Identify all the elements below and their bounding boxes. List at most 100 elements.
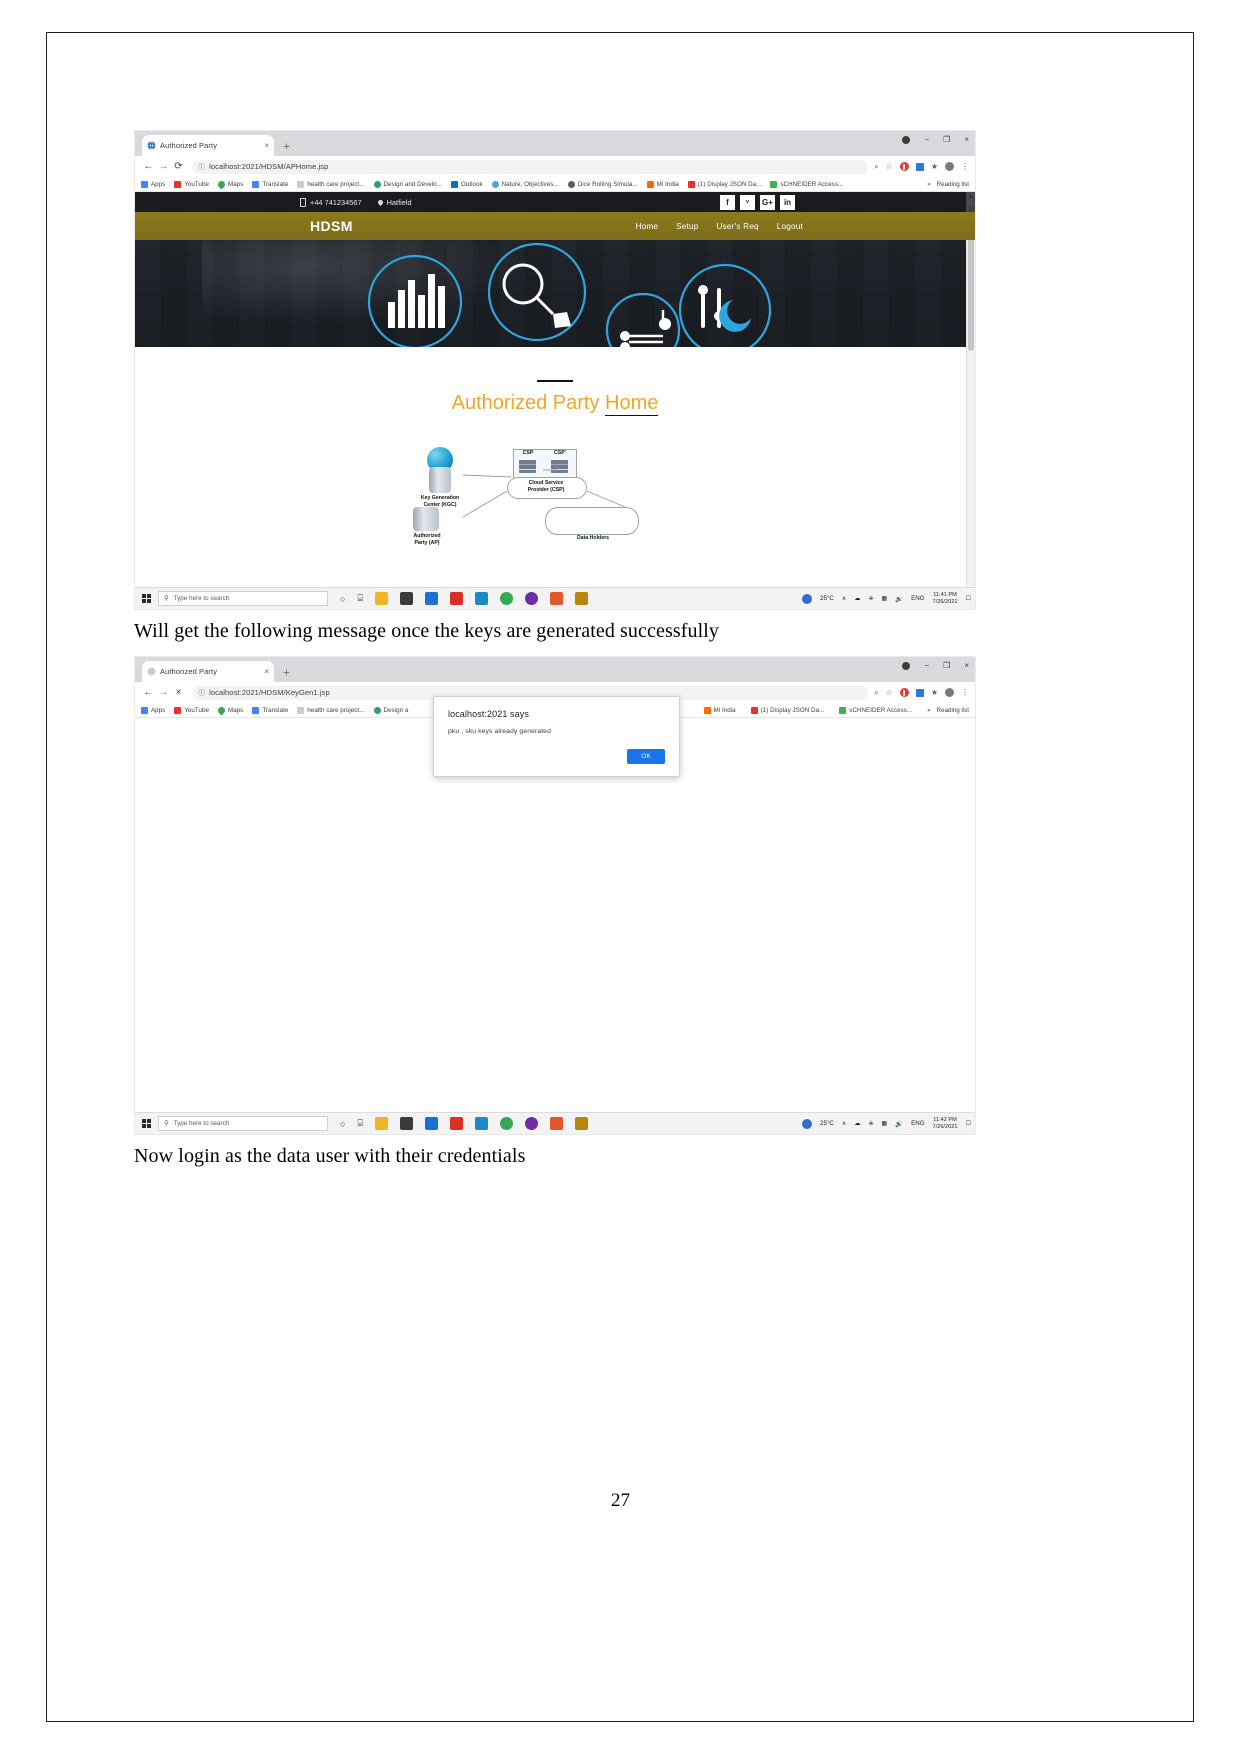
language-indicator-1[interactable]: ENG: [911, 595, 924, 602]
opera-extension-icon-2[interactable]: [899, 688, 909, 697]
language-indicator-2[interactable]: ENG: [911, 1120, 924, 1127]
taskbar-clock-2[interactable]: 11:42 PM 7/26/2021: [933, 1117, 958, 1130]
bookmark-item[interactable]: Maps: [216, 179, 243, 189]
tray-icon-volume-2[interactable]: 🔊: [895, 1120, 903, 1128]
chrome-icon-1[interactable]: [499, 592, 513, 605]
bookmark-item[interactable]: (1) Display JSON Da...: [750, 706, 825, 714]
new-tab-button-2[interactable]: +: [283, 666, 290, 678]
linkedin-icon[interactable]: in: [780, 194, 795, 210]
extension-icon-1[interactable]: [915, 162, 924, 171]
bookmark-item[interactable]: Design a: [373, 706, 409, 714]
bookmarks-overflow-icon-1[interactable]: »: [927, 181, 930, 188]
tray-icon-network-2[interactable]: ▦: [882, 1120, 888, 1127]
reading-list-button-1[interactable]: Reading list: [937, 181, 969, 188]
avatar-2[interactable]: [945, 688, 954, 697]
site-info-icon-1[interactable]: ⓘ: [198, 162, 205, 172]
paint-icon-2[interactable]: [549, 1117, 563, 1130]
extensions-puzzle-icon-2[interactable]: ★: [931, 688, 938, 697]
opera-extension-icon-1[interactable]: [899, 162, 909, 171]
stop-button-2[interactable]: ×: [171, 687, 186, 698]
bookmark-item[interactable]: Translate: [252, 180, 288, 188]
action-center-icon-2[interactable]: ☐: [965, 1120, 971, 1127]
opera-icon-1[interactable]: [524, 592, 538, 605]
action-center-icon-1[interactable]: ☐: [965, 595, 971, 602]
bookmark-item[interactable]: health care project...: [297, 706, 364, 714]
taskbar-search-input-1[interactable]: ⚲ Type here to search: [158, 591, 328, 606]
bookmark-item[interactable]: Apps: [141, 180, 165, 188]
weather-widget-2[interactable]: 25°C: [820, 1120, 834, 1127]
browser-tab-authorized-party-2[interactable]: Authorized Party ×: [142, 661, 274, 682]
bookmark-item[interactable]: Translate: [252, 706, 288, 714]
office-icon-2[interactable]: [424, 1117, 438, 1130]
pdf-icon-2[interactable]: [449, 1117, 463, 1130]
nav-item-home[interactable]: Home: [635, 222, 658, 231]
opera-icon-2[interactable]: [524, 1117, 538, 1130]
tab-close-icon-2[interactable]: ×: [264, 667, 269, 676]
store-icon-2[interactable]: [399, 1117, 413, 1130]
tray-icon-network-1[interactable]: ▦: [882, 595, 888, 602]
profile-dot-icon-2[interactable]: [902, 661, 911, 670]
maximize-button-1[interactable]: ❐: [943, 135, 950, 144]
back-button-2[interactable]: ←: [141, 687, 156, 698]
start-button-2[interactable]: [139, 1117, 153, 1131]
bookmark-item[interactable]: Maps: [216, 705, 243, 715]
nav-item-setup[interactable]: Setup: [676, 222, 698, 231]
zoom-icon-1[interactable]: ⌕: [874, 162, 878, 172]
avatar-1[interactable]: [945, 162, 954, 171]
bookmark-item[interactable]: Mi India: [703, 706, 736, 714]
minimize-button-1[interactable]: −: [924, 135, 929, 144]
chrome-icon-2[interactable]: [499, 1117, 513, 1130]
bookmarks-overflow-icon-2[interactable]: »: [927, 707, 930, 714]
extension-icon-2[interactable]: [915, 688, 924, 697]
start-button-1[interactable]: [139, 592, 153, 606]
twitter-icon[interactable]: ᵛ: [740, 194, 755, 210]
office-icon-1[interactable]: [424, 592, 438, 605]
tray-icon-shield-1[interactable]: ⎈: [869, 595, 874, 603]
extensions-puzzle-icon-1[interactable]: ★: [931, 162, 938, 171]
bookmark-item[interactable]: (1) Display JSON Da...: [687, 180, 762, 188]
bookmark-item[interactable]: YouTube: [174, 180, 209, 188]
bookmark-star-icon-2[interactable]: ☆: [886, 688, 893, 697]
antivirus-icon-2[interactable]: [802, 1118, 813, 1129]
paint-icon-1[interactable]: [549, 592, 563, 605]
tray-icon-cloud-2[interactable]: ☁: [854, 1120, 860, 1127]
profile-dot-icon-1[interactable]: [902, 135, 911, 144]
tray-icon-shield-2[interactable]: ⎈: [869, 1120, 874, 1128]
bookmark-item[interactable]: YouTube: [174, 706, 209, 714]
task-view-icon-2[interactable]: ⌸: [357, 1118, 362, 1129]
task-view-icon-1[interactable]: ⌸: [357, 593, 362, 604]
bookmark-item[interactable]: Design and Develo...: [373, 180, 442, 188]
new-tab-button-1[interactable]: +: [283, 140, 290, 152]
tray-chevron-icon-1[interactable]: ∧: [842, 595, 847, 602]
taskbar-search-input-2[interactable]: ⚲ Type here to search: [158, 1116, 328, 1131]
bookmark-star-icon-1[interactable]: ☆: [886, 162, 893, 171]
facebook-icon[interactable]: f: [720, 194, 735, 210]
file-explorer-icon-1[interactable]: [374, 592, 388, 605]
bookmark-item[interactable]: Nature, Objectives...: [491, 180, 559, 188]
bookmark-item[interactable]: sCHNEIDER Access...: [839, 706, 912, 714]
bookmark-item[interactable]: Apps: [141, 706, 165, 714]
mail-icon-2[interactable]: [474, 1117, 488, 1130]
store-icon-1[interactable]: [399, 592, 413, 605]
back-button-1[interactable]: ←: [141, 161, 156, 172]
bookmark-item[interactable]: sCHNEIDER Access...: [770, 180, 843, 188]
pdf-icon-1[interactable]: [449, 592, 463, 605]
zoom-icon-2[interactable]: ⌕: [874, 688, 878, 698]
antivirus-icon-1[interactable]: [802, 593, 813, 604]
forward-button-1[interactable]: →: [156, 161, 171, 172]
bookmark-item[interactable]: Mi India: [646, 180, 679, 188]
tray-chevron-icon-2[interactable]: ∧: [842, 1120, 847, 1127]
cortana-icon-1[interactable]: ○: [340, 594, 345, 604]
browser-menu-icon-1[interactable]: ⋮: [961, 162, 969, 171]
taskbar-clock-1[interactable]: 11:41 PM 7/26/2021: [933, 592, 958, 605]
file-explorer-icon-2[interactable]: [374, 1117, 388, 1130]
close-button-1[interactable]: ×: [964, 135, 969, 144]
site-brand-hdsm[interactable]: HDSM: [310, 218, 353, 234]
bookmark-item[interactable]: Dice Rolling Simula...: [567, 180, 638, 188]
close-button-2[interactable]: ×: [964, 661, 969, 670]
reading-list-button-2[interactable]: Reading list: [937, 707, 969, 714]
notes-icon-2[interactable]: [574, 1117, 588, 1130]
weather-widget-1[interactable]: 25°C: [820, 595, 834, 602]
notes-icon-1[interactable]: [574, 592, 588, 605]
mail-icon-1[interactable]: [474, 592, 488, 605]
